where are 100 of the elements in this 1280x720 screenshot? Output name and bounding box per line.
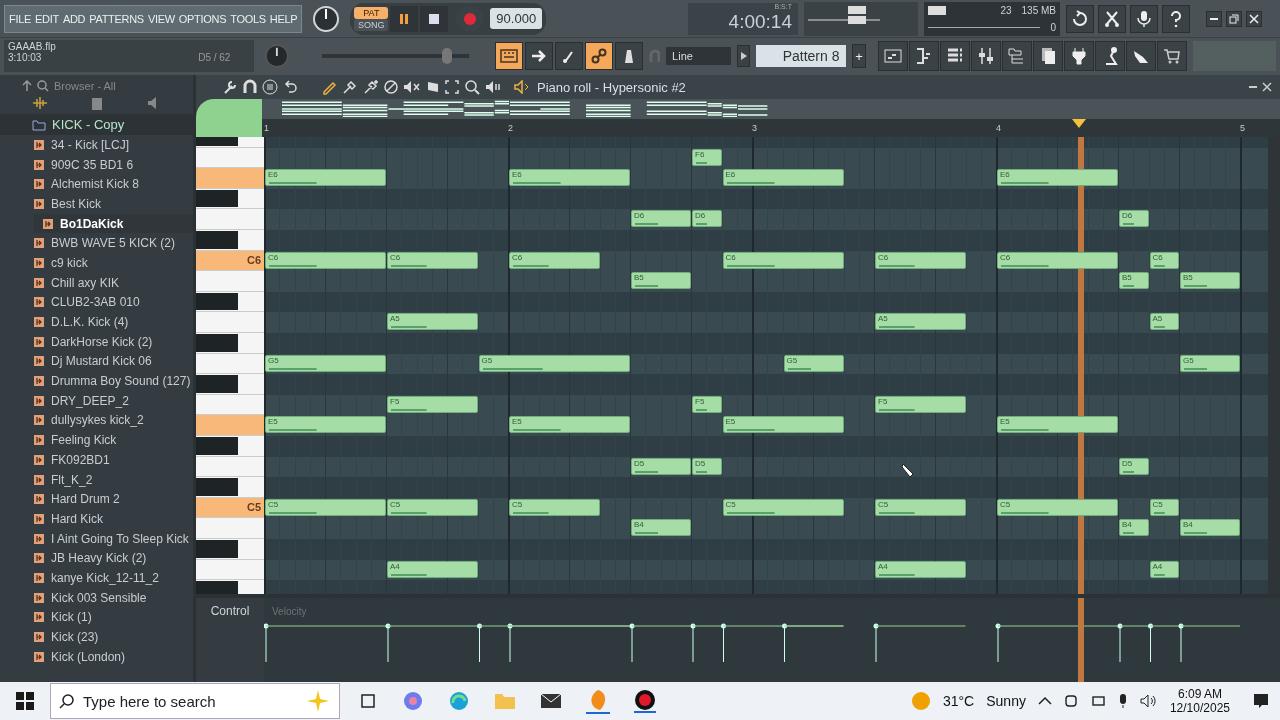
note-block[interactable]: B4 <box>1119 519 1149 537</box>
sharp-piano-key[interactable] <box>196 291 264 313</box>
menu-item[interactable]: HELP <box>269 12 298 25</box>
fruit-app-icon[interactable] <box>586 688 610 714</box>
note-block[interactable]: E6 <box>509 169 630 187</box>
browser-item[interactable]: Hard Drum 2 <box>34 489 193 510</box>
volume-icon[interactable] <box>1139 694 1158 708</box>
magnet-icon[interactable] <box>243 79 257 95</box>
browser-item[interactable]: 34 - Kick [LCJ] <box>34 135 193 155</box>
restore-button[interactable] <box>1226 10 1242 27</box>
note-block[interactable]: E6 <box>722 169 844 187</box>
delete-icon[interactable] <box>384 80 398 94</box>
help-button[interactable] <box>1162 4 1190 33</box>
piano-keys-button[interactable] <box>909 41 940 71</box>
browser-item[interactable]: BWB WAVE 5 KICK (2) <box>34 233 193 254</box>
note-block[interactable]: B4 <box>631 519 691 537</box>
knob-icon[interactable] <box>312 4 341 33</box>
browser-item[interactable]: Best Kick <box>34 194 193 214</box>
note-block[interactable]: E6 <box>265 169 386 187</box>
microphone-icon[interactable] <box>1117 693 1128 709</box>
sharp-piano-key[interactable] <box>196 539 264 560</box>
note-block[interactable]: E5 <box>997 416 1118 434</box>
taskbar-clock[interactable]: 6:09 AM 12/10/2025 <box>1169 687 1230 715</box>
menu-icon[interactable] <box>262 79 278 95</box>
grid-button[interactable] <box>878 41 909 71</box>
record-app-icon[interactable] <box>634 689 656 713</box>
select-icon[interactable] <box>445 80 459 94</box>
chevron-up-icon[interactable] <box>1037 696 1052 706</box>
sharp-piano-key[interactable] <box>196 188 264 210</box>
browser-item[interactable]: kanye Kick_12-11_2 <box>34 568 193 588</box>
menu-item[interactable]: FILE <box>9 12 32 25</box>
record-audio-button[interactable] <box>1130 4 1158 33</box>
notification-icon[interactable] <box>1252 692 1270 710</box>
minimize-button[interactable] <box>1206 10 1222 27</box>
browser-item[interactable]: Chill axy KIK <box>34 272 193 293</box>
pause-button[interactable] <box>390 5 419 32</box>
metronome-button[interactable] <box>615 42 644 70</box>
folder-item[interactable]: KICK - Copy <box>0 114 193 135</box>
note-block[interactable]: B5 <box>1119 272 1149 290</box>
menu-item[interactable]: PATTERNS <box>89 12 144 25</box>
copilot-icon[interactable] <box>402 690 424 712</box>
playback-icon[interactable] <box>485 80 503 94</box>
browser-item[interactable]: Bo1DaKick <box>34 213 193 234</box>
browser-item[interactable]: Kick (London) <box>34 646 193 667</box>
note-block[interactable]: D6 <box>1119 210 1149 228</box>
control-label[interactable]: Control <box>210 604 250 618</box>
tempo-field[interactable]: 90.000 <box>490 8 543 29</box>
pattern-selector[interactable]: Pattern 8 <box>756 45 846 67</box>
zoom-icon[interactable] <box>464 79 480 95</box>
mute-icon[interactable] <box>403 80 421 94</box>
copy-button[interactable] <box>1033 41 1064 71</box>
pencil-icon[interactable] <box>321 79 337 95</box>
menu-item[interactable]: TOOLS <box>230 12 266 25</box>
mail-icon[interactable] <box>540 692 562 710</box>
sharp-piano-key[interactable] <box>196 230 264 251</box>
timeline-ruler[interactable]: 1 2 3 4 5 <box>262 119 1280 137</box>
browser-item[interactable]: Drumma Boy Sound (127) <box>34 371 193 391</box>
close-icon[interactable] <box>1262 82 1272 92</box>
menu-item[interactable]: OPTIONS <box>178 12 227 25</box>
browser-item[interactable]: I Aint Going To Sleep Kick <box>34 528 193 549</box>
browser-item[interactable]: Kick (1) <box>34 607 193 628</box>
browser-item[interactable]: Hard Kick <box>34 509 193 529</box>
taskbar-search-field[interactable]: Type here to search <box>81 691 299 711</box>
list-button[interactable] <box>940 41 971 71</box>
plug-button[interactable] <box>1064 41 1095 71</box>
sharp-piano-key[interactable] <box>196 374 264 395</box>
browser-item[interactable]: Flt_K_2 <box>34 469 193 490</box>
browser-item[interactable]: dullysykes kick_2 <box>34 410 193 431</box>
menu-item[interactable]: VIEW <box>147 12 175 25</box>
cart-button[interactable] <box>1157 41 1188 71</box>
note-block[interactable]: A5 <box>387 313 478 331</box>
menu-item[interactable]: ADD <box>62 12 86 25</box>
mode-toggle[interactable]: PAT <box>354 6 389 19</box>
browser-item[interactable]: DarkHorse Kick (2) <box>34 331 193 352</box>
browser-item[interactable]: c9 kick <box>34 253 193 273</box>
snap-dropdown[interactable]: Line <box>666 47 732 65</box>
camera-icon[interactable] <box>1063 693 1078 709</box>
browser-item[interactable]: Kick 003 Sensible <box>34 587 193 608</box>
taskbar-search-box[interactable]: Type here to search <box>50 683 340 719</box>
sharp-piano-key[interactable] <box>196 333 264 354</box>
note-block[interactable]: B4 <box>1180 519 1240 537</box>
note-block[interactable]: D6 <box>631 210 691 228</box>
task-view-icon[interactable] <box>358 691 378 711</box>
battery-icon[interactable] <box>1089 695 1106 707</box>
waveform-icon[interactable] <box>31 97 48 109</box>
piano-key[interactable]: C6 <box>196 250 264 272</box>
note-block[interactable]: A5 <box>875 313 966 331</box>
browser-item[interactable]: Feeling Kick <box>34 430 193 450</box>
browser-item[interactable]: FK092BD1 <box>34 450 193 470</box>
browser-item[interactable]: CLUB2-3AB 010 <box>34 292 193 313</box>
cut-button[interactable] <box>1098 4 1126 33</box>
note-block[interactable]: B5 <box>1180 272 1240 290</box>
mixer-button[interactable] <box>971 41 1002 71</box>
typing-keyboard-button[interactable] <box>495 42 524 70</box>
sharp-piano-key[interactable] <box>196 436 264 457</box>
note-block[interactable]: E6 <box>997 169 1118 187</box>
undo-button[interactable] <box>1066 4 1094 33</box>
windows-start-icon[interactable] <box>16 692 34 710</box>
pattern-arrow-button[interactable] <box>737 45 751 67</box>
pattern-overview-drawing[interactable] <box>262 99 1280 119</box>
